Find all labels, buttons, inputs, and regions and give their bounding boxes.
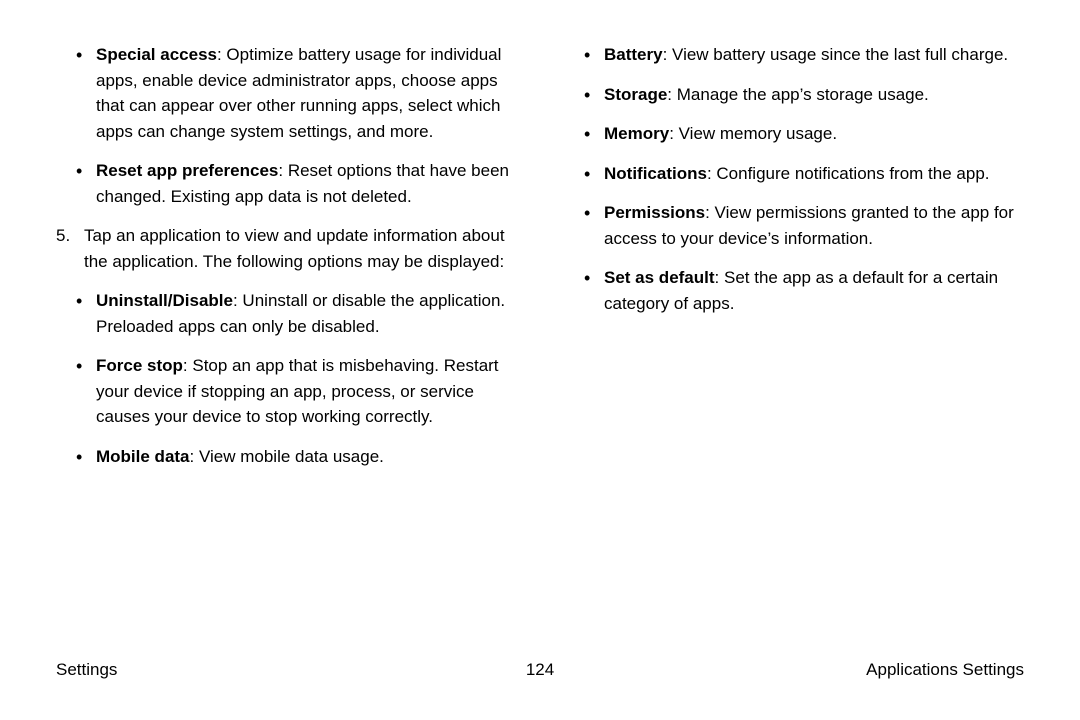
term: Battery	[604, 45, 663, 64]
footer-left: Settings	[56, 657, 117, 683]
term: Set as default	[604, 268, 715, 287]
term: Storage	[604, 85, 667, 104]
bullet-notifications: Notifications: Configure notifications f…	[604, 161, 1024, 187]
term: Notifications	[604, 164, 707, 183]
step-text: Tap an application to view and update in…	[84, 223, 516, 274]
desc: : View battery usage since the last full…	[663, 45, 1009, 64]
desc: : View memory usage.	[669, 124, 837, 143]
bullet-reset-app-preferences: Reset app preferences: Reset options tha…	[96, 158, 516, 209]
bullet-mobile-data: Mobile data: View mobile data usage.	[96, 444, 516, 470]
bullet-storage: Storage: Manage the app’s storage usage.	[604, 82, 1024, 108]
right-column: Battery: View battery usage since the la…	[564, 42, 1024, 483]
step-number: 5.	[56, 223, 84, 274]
content-columns: Special access: Optimize battery usage f…	[56, 42, 1024, 483]
footer-right: Applications Settings	[866, 657, 1024, 683]
bullet-uninstall-disable: Uninstall/Disable: Uninstall or disable …	[96, 288, 516, 339]
step-5: 5. Tap an application to view and update…	[56, 223, 516, 274]
desc: : Configure notifications from the app.	[707, 164, 990, 183]
term: Force stop	[96, 356, 183, 375]
term: Permissions	[604, 203, 705, 222]
term: Special access	[96, 45, 217, 64]
desc: : View mobile data usage.	[190, 447, 384, 466]
bullet-force-stop: Force stop: Stop an app that is misbehav…	[96, 353, 516, 430]
manual-page: Special access: Optimize battery usage f…	[0, 0, 1080, 720]
bullet-special-access: Special access: Optimize battery usage f…	[96, 42, 516, 144]
term: Reset app preferences	[96, 161, 278, 180]
desc: : Manage the app’s storage usage.	[667, 85, 928, 104]
term: Mobile data	[96, 447, 190, 466]
left-top-bullets: Special access: Optimize battery usage f…	[56, 42, 516, 209]
right-bullets: Battery: View battery usage since the la…	[564, 42, 1024, 316]
term: Memory	[604, 124, 669, 143]
left-column: Special access: Optimize battery usage f…	[56, 42, 516, 483]
footer-page-number: 124	[526, 657, 554, 683]
page-footer: Settings 124 Applications Settings	[0, 657, 1080, 683]
left-step-bullets: Uninstall/Disable: Uninstall or disable …	[56, 288, 516, 469]
bullet-set-as-default: Set as default: Set the app as a default…	[604, 265, 1024, 316]
bullet-permissions: Permissions: View permissions granted to…	[604, 200, 1024, 251]
step-body: Tap an application to view and update in…	[84, 223, 516, 274]
bullet-memory: Memory: View memory usage.	[604, 121, 1024, 147]
bullet-battery: Battery: View battery usage since the la…	[604, 42, 1024, 68]
term: Uninstall/Disable	[96, 291, 233, 310]
